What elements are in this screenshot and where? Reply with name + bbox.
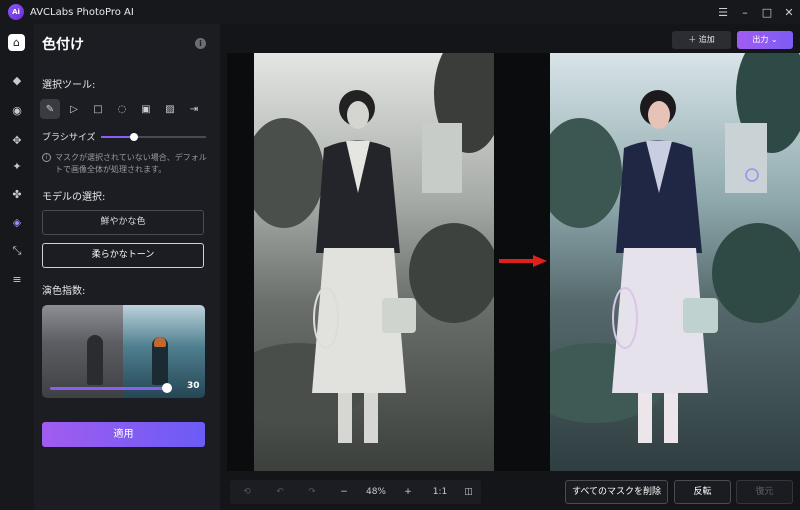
face-icon[interactable]: ◉: [9, 102, 25, 118]
preview-figure-color: [152, 337, 168, 385]
zoom-out-icon[interactable]: −: [328, 487, 360, 497]
model-vivid-button[interactable]: 鮮やかな色: [42, 210, 204, 235]
compare-icon[interactable]: ◫: [456, 487, 481, 497]
info-icon[interactable]: i: [195, 38, 206, 49]
colorized-photo-art: [550, 53, 800, 471]
expand-icon[interactable]: ✥: [9, 132, 25, 148]
pattern-tool-icon[interactable]: ▨: [160, 99, 180, 119]
colorize-icon[interactable]: ◈: [9, 214, 25, 230]
panel-title: 色付け: [42, 37, 84, 53]
intensity-label: 演色指数:: [42, 286, 86, 297]
colorized-photo: [550, 53, 800, 471]
maximize-icon[interactable]: □: [756, 6, 778, 19]
brush-size-label: ブラシサイズ: [42, 133, 96, 143]
app-window: Ai AVCLabs PhotoPro AI ☰ – □ ✕ ⌂ ◆ ◉ ✥ ✦…: [0, 0, 800, 510]
brush-size-slider[interactable]: [101, 133, 206, 141]
invert-button[interactable]: 反転: [674, 480, 731, 504]
preview-hair: [154, 337, 166, 347]
intensity-fill: [50, 387, 167, 390]
intensity-value: 30: [187, 381, 200, 391]
undo-icon[interactable]: ↶: [264, 487, 296, 497]
original-photo: [254, 53, 494, 471]
selection-tools: ✎ ▷ □ ◌ ▣ ▨ ⇥: [40, 99, 208, 119]
output-button[interactable]: 出力 ⌄: [737, 31, 793, 49]
zoom-controls: ⟲ ↶ ↷ − 48% + 1:1 ◫: [230, 480, 481, 504]
home-icon[interactable]: ⌂: [8, 34, 25, 51]
clear-masks-button[interactable]: すべてのマスクを削除: [565, 480, 668, 504]
title-bar: Ai AVCLabs PhotoPro AI ☰ – □ ✕: [0, 0, 800, 24]
intensity-preview: 30: [42, 305, 205, 398]
tool-rail: ⌂ ◆ ◉ ✥ ✦ ✤ ◈ ⤡ ≡: [0, 24, 34, 510]
zoom-in-icon[interactable]: +: [392, 487, 424, 497]
redo-icon[interactable]: ↷: [296, 487, 328, 497]
colorize-panel: 色付け i 選択ツール: ✎ ▷ □ ◌ ▣ ▨ ⇥ ブラシサイズ i マスクが…: [34, 24, 220, 510]
lasso-tool-icon[interactable]: ▷: [64, 99, 84, 119]
intensity-slider[interactable]: [50, 383, 172, 393]
hint-text: マスクが選択されていない場合、デフォルトで画像全体が処理されます。: [55, 153, 207, 174]
add-button[interactable]: ＋ 追加: [672, 31, 731, 49]
select-tool-label: 選択ツール:: [42, 80, 96, 91]
adjust-icon[interactable]: ≡: [9, 271, 25, 287]
resize-icon[interactable]: ⤡: [9, 243, 25, 259]
image-canvas[interactable]: [227, 53, 800, 471]
eraser-icon[interactable]: ◆: [9, 72, 25, 88]
rectangle-tool-icon[interactable]: □: [88, 99, 108, 119]
import-tool-icon[interactable]: ⇥: [184, 99, 204, 119]
app-title: AVCLabs PhotoPro AI: [30, 6, 134, 18]
app-logo-icon: Ai: [8, 4, 24, 20]
minimize-icon[interactable]: –: [734, 6, 756, 19]
fan-icon[interactable]: ✤: [9, 186, 25, 202]
portrait-tool-icon[interactable]: ▣: [136, 99, 156, 119]
effects-icon[interactable]: ✦: [9, 158, 25, 174]
original-photo-art: [254, 53, 494, 471]
apply-button[interactable]: 適用: [42, 422, 205, 447]
ellipse-tool-icon[interactable]: ◌: [112, 99, 132, 119]
preview-before: [42, 305, 123, 398]
main-area: ＋ 追加 出力 ⌄ ⟲ ↶ ↷ − 48% + 1:1 ◫ すべてのマスクを削除…: [220, 24, 800, 510]
reset-icon[interactable]: ⟲: [230, 487, 264, 497]
arrow-icon: [499, 255, 547, 267]
mask-hint: i マスクが選択されていない場合、デフォルトで画像全体が処理されます。: [42, 152, 212, 176]
model-label: モデルの選択:: [42, 192, 106, 203]
hint-info-icon: i: [42, 153, 51, 162]
brush-tool-icon[interactable]: ✎: [40, 99, 60, 119]
menu-icon[interactable]: ☰: [712, 6, 734, 19]
preview-figure-bw: [87, 335, 103, 385]
restore-button[interactable]: 復元: [736, 480, 793, 504]
brush-size-knob[interactable]: [130, 133, 138, 141]
intensity-knob[interactable]: [162, 383, 172, 393]
model-soft-button[interactable]: 柔らかなトーン: [42, 243, 204, 268]
window-controls: ☰ – □ ✕: [712, 0, 800, 24]
actual-size-button[interactable]: 1:1: [424, 487, 456, 497]
close-icon[interactable]: ✕: [778, 6, 800, 19]
zoom-level: 48%: [365, 487, 386, 497]
